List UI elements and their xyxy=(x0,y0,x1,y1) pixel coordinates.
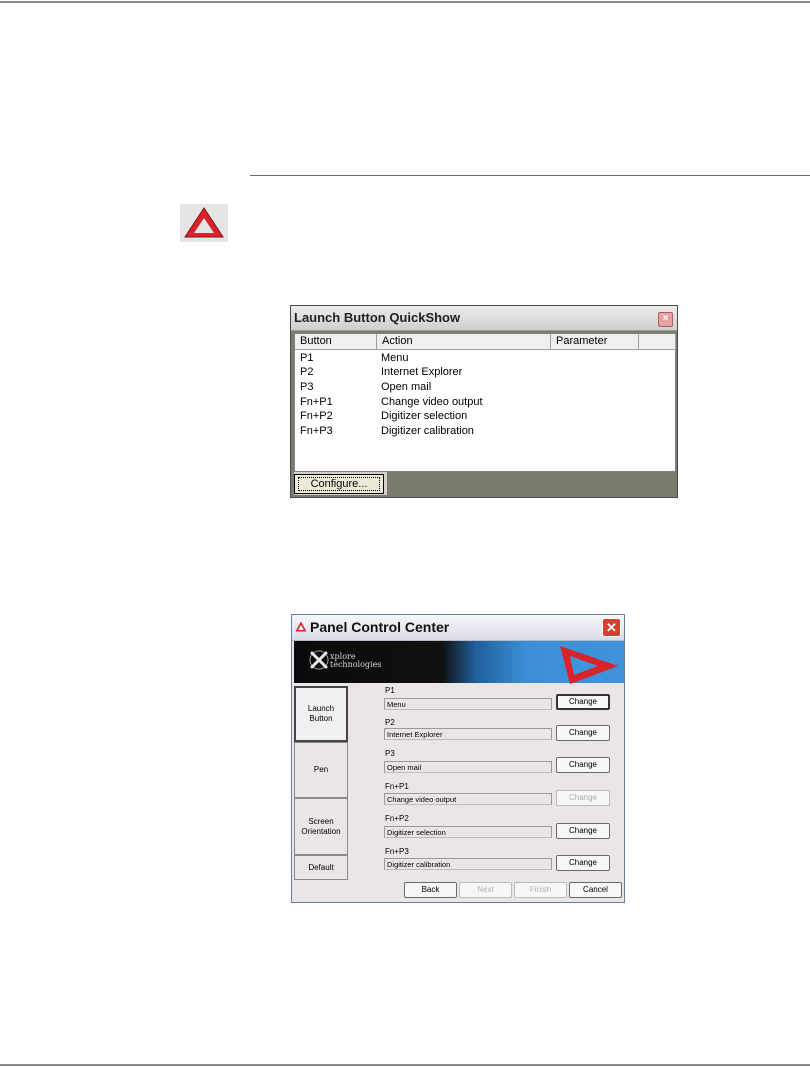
row-button: Fn+P2 xyxy=(300,410,333,422)
top-rule xyxy=(0,1,810,3)
column-header-empty xyxy=(639,334,676,350)
brand-banner: xplore technologies xyxy=(294,641,624,684)
tab-pen[interactable]: Pen xyxy=(294,742,348,798)
close-icon[interactable]: ✕ xyxy=(602,618,621,637)
setting-label-p2: P2 xyxy=(385,718,395,727)
red-triangle-icon xyxy=(560,646,618,684)
row-action: Menu xyxy=(381,352,409,364)
setting-label-p1: P1 xyxy=(385,686,395,695)
configure-button[interactable]: Configure... xyxy=(294,474,384,494)
row-button: P2 xyxy=(300,366,314,378)
tab-screen-orientation[interactable]: Screen Orientation xyxy=(294,798,348,855)
quickshow-title: Launch Button QuickShow xyxy=(294,310,461,325)
setting-label-p3: P3 xyxy=(385,749,395,758)
row-button: P3 xyxy=(300,381,314,393)
change-button-fn-p2[interactable]: Change xyxy=(556,823,610,839)
setting-value-p1: Menu xyxy=(384,698,552,710)
next-button[interactable]: Next xyxy=(459,882,512,898)
button-list[interactable]: Button Action Parameter P1 Menu P2 Inter… xyxy=(294,333,676,472)
row-button: P1 xyxy=(300,352,314,364)
back-button[interactable]: Back xyxy=(404,882,457,898)
brand-logo-text: xplore technologies xyxy=(330,652,382,669)
change-button-fn-p3[interactable]: Change xyxy=(556,855,610,871)
setting-value-fn-p3: Digitizer calibration xyxy=(384,858,552,870)
quickshow-window: Launch Button QuickShow × Button Action … xyxy=(290,305,678,498)
row-action: Open mail xyxy=(381,381,432,393)
row-button: Fn+P1 xyxy=(300,396,333,408)
panel-titlebar: Panel Control Center ✕ xyxy=(292,615,624,641)
row-action: Internet Explorer xyxy=(381,366,463,378)
setting-value-fn-p1: Change video output xyxy=(384,793,552,805)
cancel-button[interactable]: Cancel xyxy=(569,882,622,898)
panel-control-center-window: Panel Control Center ✕ xplore technologie… xyxy=(291,614,625,903)
close-icon[interactable]: × xyxy=(658,312,673,327)
change-button-p1[interactable]: Change xyxy=(556,694,610,710)
panel-title: Panel Control Center xyxy=(310,619,450,635)
triangle-icon xyxy=(295,621,307,632)
quickshow-footer-fill xyxy=(387,472,677,495)
setting-label-fn-p3: Fn+P3 xyxy=(385,847,409,856)
change-button-p2[interactable]: Change xyxy=(556,725,610,741)
xplore-triangle-icon xyxy=(180,204,228,242)
change-button-fn-p1[interactable]: Change xyxy=(556,790,610,806)
column-header-button[interactable]: Button xyxy=(295,334,377,350)
setting-label-fn-p1: Fn+P1 xyxy=(385,782,409,791)
row-action: Digitizer calibration xyxy=(381,425,474,437)
column-header-parameter[interactable]: Parameter xyxy=(551,334,639,350)
setting-label-fn-p2: Fn+P2 xyxy=(385,814,409,823)
column-header-action[interactable]: Action xyxy=(377,334,551,350)
xplore-x-logo-icon xyxy=(309,650,329,670)
row-button: Fn+P3 xyxy=(300,425,333,437)
setting-value-p3: Open mail xyxy=(384,761,552,773)
row-action: Digitizer selection xyxy=(381,410,468,422)
tab-launch-button[interactable]: Launch Button xyxy=(294,686,348,742)
finish-button[interactable]: Finish xyxy=(514,882,567,898)
tab-default[interactable]: Default xyxy=(294,855,348,880)
wizard-nav: Back Next Finish Cancel xyxy=(292,882,624,902)
change-button-p3[interactable]: Change xyxy=(556,757,610,773)
row-action: Change video output xyxy=(381,396,483,408)
section-rule xyxy=(250,175,810,176)
quickshow-titlebar: Launch Button QuickShow × xyxy=(291,306,677,331)
setting-value-p2: Internet Explorer xyxy=(384,728,552,740)
setting-value-fn-p2: Digitizer selection xyxy=(384,826,552,838)
bottom-rule xyxy=(0,1064,810,1066)
